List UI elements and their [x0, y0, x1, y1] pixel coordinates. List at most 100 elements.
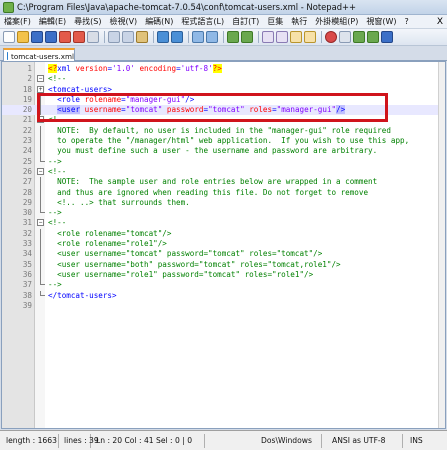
code-text: <!.. ..> that surrounds them. [48, 198, 190, 208]
run-macro-multiple-icon[interactable] [367, 31, 379, 43]
copy-icon[interactable] [122, 31, 134, 43]
menu-macro[interactable]: 巨集 [263, 16, 287, 27]
code-line[interactable]: 19 <role rolename="manager-gui"/> [2, 94, 445, 106]
code-line[interactable]: 29 <!.. ..> that surrounds them. [2, 197, 445, 209]
line-number: 26 [22, 166, 32, 176]
editor[interactable]: 1 <?xml version='1.0' encoding='utf-8'?> 2… [1, 61, 446, 429]
code-token: 'utf-8' [180, 64, 213, 73]
fold-collapse-icon[interactable]: − [37, 219, 44, 227]
code-token: <!-- [48, 166, 67, 176]
code-line[interactable]: 1 <?xml version='1.0' encoding='utf-8'?> [2, 64, 445, 74]
line-number: 33 [22, 239, 32, 249]
code-token: "tomcat" [208, 105, 245, 115]
close-document-icon[interactable]: X [437, 17, 443, 27]
code-token: <tomcat-users> [48, 84, 113, 94]
fold-end-marker [40, 156, 45, 162]
menu-window[interactable]: 視窗(W) [362, 16, 400, 27]
fold-collapse-icon[interactable]: − [37, 167, 44, 175]
code-token: roles [249, 105, 273, 115]
menu-search[interactable]: 尋找(S) [70, 16, 105, 27]
code-text: <!-- [48, 218, 66, 228]
code-token: NOTE: The sample user and role entries b… [48, 177, 378, 187]
code-text: <user username="both" password="tomcat" … [48, 259, 341, 270]
show-all-chars-icon[interactable] [290, 31, 302, 43]
code-line[interactable]: 24 you must define such a user - the use… [2, 146, 445, 157]
line-number: 31 [22, 218, 32, 228]
menu-encoding[interactable]: 編碼(N) [141, 16, 177, 27]
toolbar-separator [188, 31, 189, 43]
toolbar-separator [321, 31, 322, 43]
fold-collapse-icon[interactable]: − [37, 75, 44, 83]
save-icon[interactable] [31, 31, 43, 43]
close-all-icon[interactable] [73, 31, 85, 43]
stop-macro-icon[interactable] [339, 31, 351, 43]
code-line[interactable]: 20 <user username="tomcat" password="tom… [2, 105, 445, 116]
zoom-out-icon[interactable] [241, 31, 253, 43]
code-line[interactable]: 34 <user username="tomcat" password="tom… [2, 249, 445, 260]
code-line[interactable]: 31− <!-- [2, 218, 445, 228]
word-wrap-icon[interactable] [276, 31, 288, 43]
code-line[interactable]: 39 [2, 301, 445, 311]
menu-help[interactable]: ? [401, 17, 413, 26]
play-macro-icon[interactable] [353, 31, 365, 43]
save-macro-icon[interactable] [381, 31, 393, 43]
window-title: C:\Program Files\Java\apache-tomcat-7.0.… [17, 2, 357, 12]
code-token: "manager-gui" [276, 105, 337, 115]
fold-expand-icon[interactable]: + [37, 85, 44, 93]
code-line[interactable]: 2− <!-- [2, 74, 445, 84]
close-icon[interactable] [59, 31, 71, 43]
replace-icon[interactable] [206, 31, 218, 43]
code-token: rolename [84, 94, 122, 104]
menu-settings[interactable]: 自訂(T) [228, 16, 263, 27]
code-text: and thus are ignored when reading this f… [48, 188, 368, 198]
print-icon[interactable] [87, 31, 99, 43]
menu-plugins[interactable]: 外掛模組(P) [311, 16, 362, 27]
toolbar-separator [153, 31, 154, 43]
cut-icon[interactable] [108, 31, 120, 43]
indent-guide-icon[interactable] [304, 31, 316, 43]
paste-icon[interactable] [136, 31, 148, 43]
code-line[interactable]: 22 NOTE: By default, no user is included… [2, 125, 445, 137]
menu-file[interactable]: 檔案(F) [0, 16, 35, 27]
code-token: <user username="role1" password="tomcat"… [48, 269, 314, 279]
code-token: "tomcat" [125, 105, 163, 115]
code-text: <user username="tomcat" password="tomcat… [48, 249, 322, 259]
code-text: --> [48, 157, 62, 167]
line-number: 29 [22, 197, 32, 207]
fold-collapse-icon[interactable]: − [37, 116, 44, 124]
code-line[interactable]: 21− <!-- [2, 115, 445, 125]
fold-guide [40, 146, 41, 157]
code-line[interactable]: 27 NOTE: The sample user and role entrie… [2, 177, 445, 188]
menu-run[interactable]: 執行 [287, 16, 311, 27]
code-line[interactable]: 30 --> [2, 208, 445, 218]
fold-end-marker [40, 290, 45, 296]
code-line[interactable]: 36 <user username="role1" password="tomc… [2, 269, 445, 281]
code-line[interactable]: 35 <user username="both" password="tomca… [2, 259, 445, 270]
code-line[interactable]: 37 --> [2, 280, 445, 290]
code-line[interactable]: 18 + <tomcat-users> [2, 85, 445, 95]
code-line[interactable]: 33 <role rolename="role1"/> [2, 239, 445, 250]
code-token: username [84, 105, 122, 115]
code-token: <user username="both" password="tomcat" … [48, 259, 341, 269]
record-macro-icon[interactable] [325, 31, 337, 43]
code-text: NOTE: The sample user and role entries b… [48, 177, 377, 187]
redo-icon[interactable] [171, 31, 183, 43]
zoom-in-icon[interactable] [227, 31, 239, 43]
menu-edit[interactable]: 編輯(E) [35, 16, 70, 27]
code-line[interactable]: 26− <!-- [2, 167, 445, 177]
code-line[interactable]: 32 <role rolename="tomcat"/> [2, 228, 445, 240]
save-all-icon[interactable] [45, 31, 57, 43]
sync-scroll-icon[interactable] [262, 31, 274, 43]
tab-tomcat-users[interactable]: tomcat-users.xml [3, 48, 75, 62]
code-line[interactable]: 25 --> [2, 156, 445, 167]
undo-icon[interactable] [157, 31, 169, 43]
vertical-scrollbar[interactable] [438, 62, 445, 428]
code-line[interactable]: 28 and thus are ignored when reading thi… [2, 187, 445, 198]
menu-language[interactable]: 程式語言(L) [177, 16, 228, 27]
open-file-icon[interactable] [17, 31, 29, 43]
find-icon[interactable] [192, 31, 204, 43]
code-line[interactable]: 38 </tomcat-users> [2, 290, 445, 301]
code-line[interactable]: 23 to operate the "/manager/html" web ap… [2, 136, 445, 147]
menu-view[interactable]: 檢視(V) [105, 16, 141, 27]
new-file-icon[interactable] [3, 31, 15, 43]
